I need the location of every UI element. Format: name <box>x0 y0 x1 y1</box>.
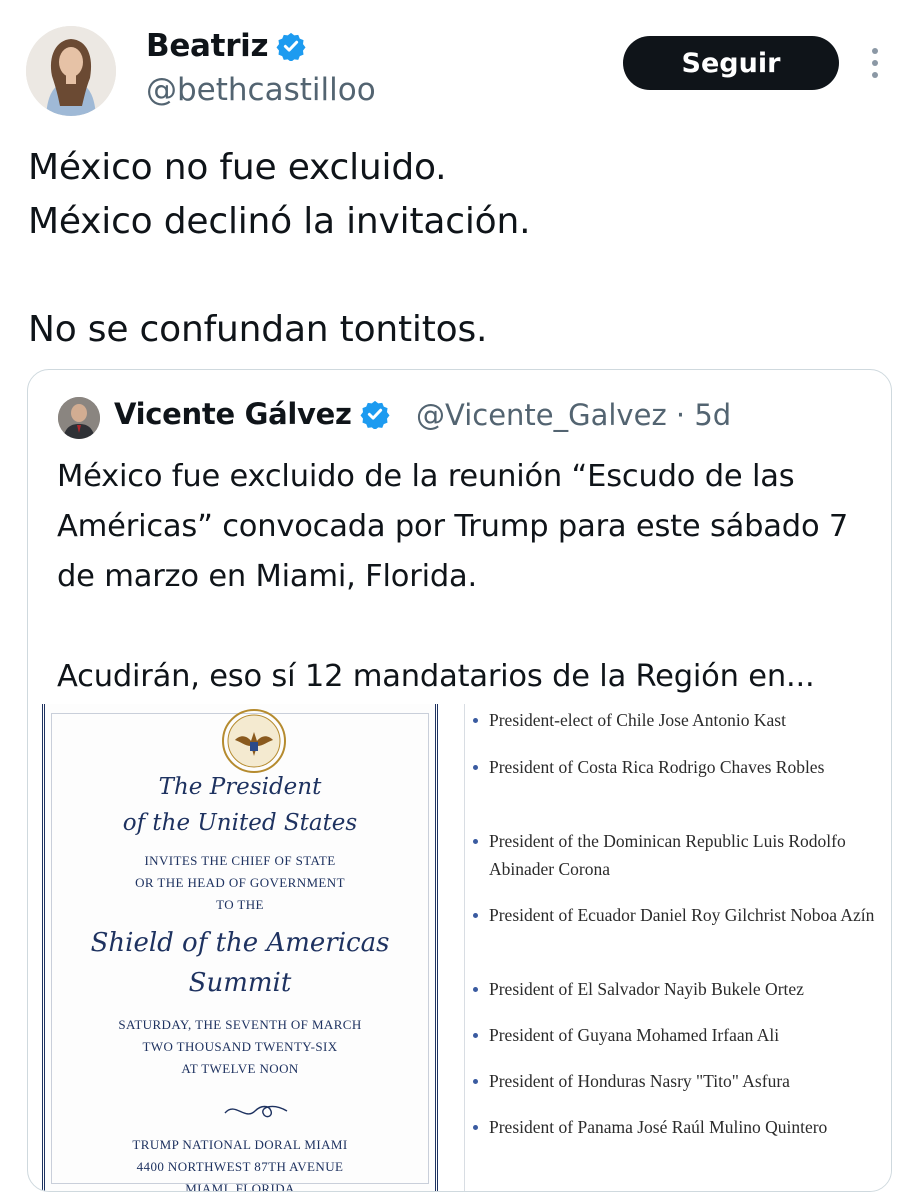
attendee-list-image[interactable]: President-elect of Chile Jose Antonio Ka… <box>464 704 891 1191</box>
quoted-tweet[interactable]: Vicente Gálvez @Vicente_Galvez · 5d Méxi… <box>27 369 892 1192</box>
author-name-text[interactable]: Beatriz <box>146 28 269 64</box>
list-item: President of Honduras Nasry "Tito" Asfur… <box>473 1067 879 1095</box>
invitation-summit-line2: Summit <box>188 968 292 998</box>
quoted-media[interactable]: The President of the United States INVIT… <box>28 704 891 1192</box>
invitation-date: SATURDAY, THE SEVENTH OF MARCH TWO THOUS… <box>118 1017 362 1076</box>
list-item: President of El Salvador Nayib Bukele Or… <box>473 975 879 1003</box>
verified-badge-icon <box>276 32 306 61</box>
invitation-invites: INVITES THE CHIEF OF STATE OR THE HEAD O… <box>135 853 345 912</box>
list-item: President of Ecuador Daniel Roy Gilchris… <box>473 901 879 929</box>
tweet-text: México no fue excluido. México declinó l… <box>28 147 531 350</box>
invitation-line2: of the United States <box>122 810 358 836</box>
author-name[interactable]: Beatriz <box>146 28 306 64</box>
quoted-tweet-text: México fue excluido de la reunión “Escud… <box>57 459 849 694</box>
follow-button[interactable]: Seguir <box>623 36 839 90</box>
verified-badge-icon <box>360 400 390 429</box>
flourish-ornament-icon <box>224 1105 288 1118</box>
quoted-author-avatar[interactable] <box>58 397 100 439</box>
author-avatar[interactable] <box>26 26 116 116</box>
quoted-author-name-text[interactable]: Vicente Gálvez <box>114 397 352 431</box>
list-item: President of Guyana Mohamed Irfaan Ali <box>473 1021 879 1049</box>
invitation-image[interactable]: The President of the United States INVIT… <box>42 704 438 1192</box>
author-handle[interactable]: @bethcastilloo <box>146 72 376 108</box>
list-item: President of Panama José Raúl Mulino Qui… <box>473 1113 879 1141</box>
list-item: President-elect of Chile Jose Antonio Ka… <box>473 706 879 734</box>
list-item: President of the Dominican Republic Luis… <box>473 827 879 883</box>
invitation-venue: TRUMP NATIONAL DORAL MIAMI 4400 NORTHWES… <box>132 1137 348 1192</box>
quoted-author-name[interactable]: Vicente Gálvez <box>114 397 390 431</box>
invitation-line1: The President <box>158 774 322 800</box>
invitation-summit-line1: Shield of the Americas <box>90 928 390 958</box>
quoted-author-handle[interactable]: @Vicente_Galvez · 5d <box>416 398 731 432</box>
presidential-seal-icon <box>222 709 286 773</box>
more-options-icon[interactable] <box>862 42 888 84</box>
list-item: President of Costa Rica Rodrigo Chaves R… <box>473 753 879 781</box>
